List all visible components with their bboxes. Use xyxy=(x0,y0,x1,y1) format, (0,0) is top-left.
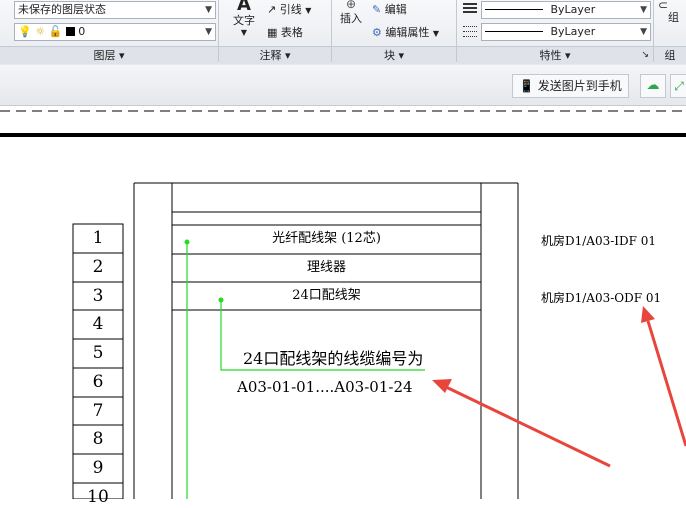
text-icon: A xyxy=(237,0,251,15)
layer-panel-title[interactable]: 图层 ▾ xyxy=(0,46,218,64)
layer-state-combo[interactable]: 未保存的图层状态 ▼ xyxy=(14,1,216,19)
table-button[interactable]: ▦ 表格 xyxy=(267,24,303,40)
layer-state-text: 未保存的图层状态 xyxy=(18,3,106,16)
phone-icon: 📱 xyxy=(519,79,534,93)
block-panel: ⊕ 插入 ✎ 编辑 ⚙ 编辑属性 ▼ 块 ▾ xyxy=(332,0,456,65)
leader-button[interactable]: ↗ 引线 ▼ xyxy=(267,1,311,17)
table-icon: ▦ xyxy=(267,26,278,39)
row-number: 8 xyxy=(92,429,104,449)
leader-icon: ↗ xyxy=(267,3,277,16)
annotation-range: A03-01-01....A03-01-24 xyxy=(237,378,413,396)
insert-icon: ⊕ xyxy=(345,0,357,11)
linetype-icon xyxy=(463,26,477,38)
red-arrow-head xyxy=(432,379,452,393)
send-image-button[interactable]: 📱 发送图片到手机 xyxy=(512,74,629,98)
chevron-down-icon: ▼ xyxy=(432,29,440,38)
red-arrow-head xyxy=(641,306,655,323)
red-arrow-line xyxy=(646,320,686,447)
row-number: 9 xyxy=(92,458,104,478)
row-number: 6 xyxy=(92,372,104,392)
group-panel-title[interactable]: 组 xyxy=(654,46,686,64)
group-icon[interactable]: ⊂ xyxy=(658,0,668,12)
block-panel-title[interactable]: 块 ▾ xyxy=(332,46,456,64)
annotation-panel-title[interactable]: 注释 ▾ xyxy=(219,46,331,64)
bulb-icon: 💡 xyxy=(18,25,32,38)
chevron-down-icon: ▼ xyxy=(205,5,212,15)
layer-panel: 未保存的图层状态 ▼ 💡 ☼ 🔓 0 ▼ 图层 ▾ xyxy=(0,0,218,65)
layer-current-text: 0 xyxy=(78,25,86,38)
expand-button[interactable]: ⤢ xyxy=(670,74,686,98)
row-number: 2 xyxy=(92,257,104,277)
lineweight-icon xyxy=(463,3,477,13)
line-sample xyxy=(485,9,543,10)
sun-icon: ☼ xyxy=(35,25,46,38)
panel-expand-icon[interactable]: ↘ xyxy=(641,47,649,64)
lock-open-icon: 🔓 xyxy=(48,25,63,38)
group-panel: ⊂ 组 组 xyxy=(654,0,686,65)
row-cable-manager: 理线器 xyxy=(306,260,346,275)
edit-icon: ✎ xyxy=(372,3,382,16)
properties-panel: ByLayer ▼ ByLayer ▼ 特性 ▾ ↘ xyxy=(457,0,653,65)
row-number: 3 xyxy=(92,286,104,306)
insert-button[interactable]: ⊕ 插入 xyxy=(334,0,368,26)
right-label-idf: 机房D1/A03-IDF 01 xyxy=(541,234,657,248)
cloud-icon: ☁ xyxy=(646,78,660,93)
color-swatch-icon xyxy=(65,27,75,36)
row-24port-patch: 24口配线架 xyxy=(292,288,361,303)
row-number: 4 xyxy=(92,314,104,334)
row-fiber-patch: 光纤配线架 (12芯) xyxy=(272,231,381,246)
layer-current-combo[interactable]: 💡 ☼ 🔓 0 ▼ xyxy=(14,23,216,41)
chevron-down-icon: ▼ xyxy=(640,27,647,37)
row-number: 5 xyxy=(92,343,104,363)
row-number: 1 xyxy=(92,228,104,248)
cloud-button[interactable]: ☁ xyxy=(640,74,666,98)
right-label-odf: 机房D1/A03-ODF 01 xyxy=(541,291,662,305)
drawing-area[interactable]: 1 2 3 4 5 6 7 8 9 10 光纤配线架 (12芯) 理线器 24口配线架 24口配线… xyxy=(0,106,686,507)
linetype-combo[interactable]: ByLayer ▼ xyxy=(481,23,651,41)
annotation-panel: A 文字 ▼ ↗ 引线 ▼ ▦ 表格 注释 ▾ xyxy=(219,0,331,65)
text-button[interactable]: A 文字 ▼ xyxy=(227,0,261,37)
annotation-title: 24口配线架的线缆编号为 xyxy=(243,349,424,368)
chevron-down-icon: ▼ xyxy=(640,5,647,15)
expand-icon: ⤢ xyxy=(674,79,684,93)
edit-attr-button[interactable]: ⚙ 编辑属性 ▼ xyxy=(372,24,439,40)
red-arrow-line xyxy=(445,385,611,468)
ribbon: 未保存的图层状态 ▼ 💡 ☼ 🔓 0 ▼ 图层 ▾ A 文字 ▼ ↗ 引线 ▼ … xyxy=(0,0,686,66)
line-sample xyxy=(485,31,543,32)
chevron-down-icon: ▼ xyxy=(305,6,312,15)
chevron-down-icon: ▼ xyxy=(240,28,248,37)
edit-attr-icon: ⚙ xyxy=(372,26,382,39)
toolbar: 📱 发送图片到手机 ☁ ⤢ xyxy=(0,65,686,106)
chevron-down-icon: ▼ xyxy=(205,27,212,37)
edit-button[interactable]: ✎ 编辑 xyxy=(372,1,407,17)
properties-panel-title[interactable]: 特性 ▾ ↘ xyxy=(457,46,653,64)
row-number: 10 xyxy=(87,487,109,507)
row-number: 7 xyxy=(92,401,104,421)
lineweight-combo[interactable]: ByLayer ▼ xyxy=(481,1,651,19)
